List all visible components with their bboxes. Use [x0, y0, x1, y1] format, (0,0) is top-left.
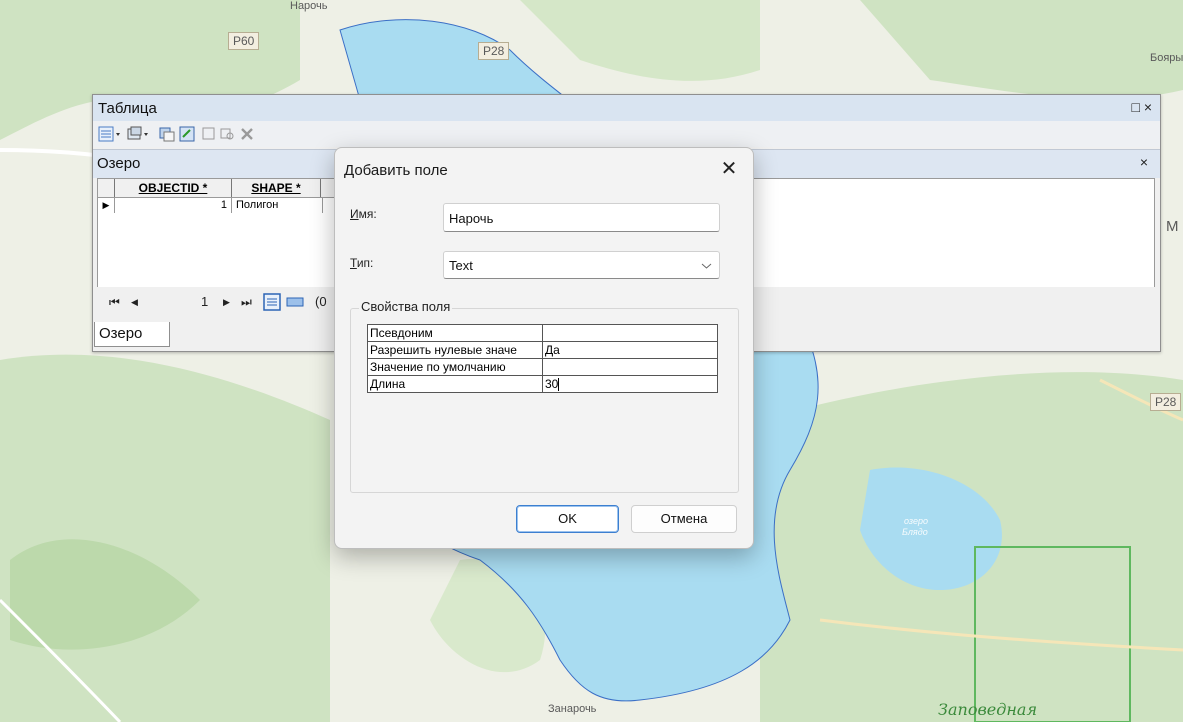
table-bottom-tab-label: Озеро — [99, 325, 143, 342]
name-label: Имя: — [350, 207, 377, 221]
property-key: Разрешить нулевые значе — [367, 341, 543, 359]
road-badge-p60: P60 — [228, 32, 260, 50]
type-select-value: Text — [449, 258, 473, 273]
close-icon[interactable]: ✕ — [715, 155, 743, 183]
column-header-objectid[interactable]: OBJECTID * — [115, 179, 232, 197]
road-badge-p28-right: P28 — [1150, 393, 1182, 411]
property-key: Значение по умолчанию — [367, 358, 543, 376]
property-row[interactable]: Разрешить нулевые значе Да — [367, 341, 718, 359]
dialog-title: Добавить поле — [344, 162, 448, 179]
zoom-to-selected-icon[interactable] — [219, 126, 235, 142]
add-field-dialog: Добавить поле ✕ Имя: Нарочь Тип: Text Св… — [334, 147, 754, 549]
table-cell-objectid[interactable]: 1 — [115, 198, 232, 213]
delete-selected-icon[interactable] — [239, 126, 255, 142]
table-cell-shape[interactable]: Полигон — [234, 198, 323, 213]
property-key: Псевдоним — [367, 324, 543, 342]
field-properties-table: Псевдоним Разрешить нулевые значе Да Знач… — [367, 324, 718, 393]
type-label-mnemonic: Т — [350, 256, 357, 270]
table-window-title: Таблица — [98, 100, 157, 117]
table-bottom-tab[interactable]: Озеро — [94, 322, 170, 347]
property-value-length[interactable]: 30 — [542, 375, 718, 393]
first-record-button[interactable]: ⏮ — [109, 295, 120, 310]
cancel-button[interactable]: Отмена — [631, 505, 737, 533]
row-selector-marker[interactable]: ▶ — [98, 198, 115, 213]
property-row[interactable]: Псевдоним — [367, 324, 718, 342]
grid-header-row: OBJECTID * SHAPE * — [98, 179, 358, 198]
table-options-icon[interactable] — [98, 126, 122, 142]
property-value[interactable] — [542, 324, 718, 342]
show-selected-records-icon[interactable] — [286, 293, 304, 311]
place-label-m: М — [1166, 218, 1179, 235]
name-label-text: мя: — [358, 207, 377, 221]
map-label-water-2: Блядо — [902, 527, 928, 537]
selected-count-label: (0 — [315, 294, 327, 309]
text-caret — [558, 378, 560, 392]
place-label-naroch: Нарочь — [290, 0, 328, 12]
place-label-boyary: Бояры — [1150, 52, 1183, 64]
map-label-water-1: озеро — [904, 516, 929, 526]
column-header-shape[interactable]: SHAPE * — [232, 179, 321, 197]
next-record-button[interactable]: ▶ — [223, 297, 230, 308]
table-window-titlebar[interactable]: Таблица □ × — [93, 95, 1160, 121]
property-row[interactable]: Длина 30 — [367, 375, 718, 393]
name-label-mnemonic: И — [350, 207, 359, 221]
property-row[interactable]: Значение по умолчанию — [367, 358, 718, 376]
type-label: Тип: — [350, 256, 373, 270]
map-label-zapovednaya: Заповедная — [938, 700, 1038, 719]
ok-button[interactable]: OK — [516, 505, 619, 533]
close-tab-icon[interactable]: × — [1140, 154, 1148, 170]
chevron-down-icon[interactable] — [701, 261, 712, 271]
property-value[interactable] — [542, 358, 718, 376]
field-properties-title: Свойства поля — [359, 299, 453, 314]
place-label-zanaroch: Занарочь — [548, 703, 597, 715]
table-tab-title: Озеро — [97, 155, 141, 172]
current-record-field[interactable]: 1 — [201, 294, 208, 309]
property-value[interactable]: Да — [542, 341, 718, 359]
clear-selection-icon[interactable] — [201, 126, 217, 142]
road-badge-p28-top: P28 — [478, 42, 510, 60]
type-label-text: ип: — [356, 256, 374, 270]
select-by-attributes-icon[interactable] — [159, 126, 175, 142]
table-toolbar — [93, 121, 1160, 147]
row-selector-header — [98, 179, 115, 197]
window-controls[interactable]: □ × — [1131, 99, 1152, 115]
last-record-button[interactable]: ⏭ — [241, 295, 252, 310]
switch-selection-icon[interactable] — [179, 126, 195, 142]
property-key: Длина — [367, 375, 543, 393]
show-all-records-icon[interactable] — [263, 293, 281, 311]
prev-record-button[interactable]: ◀ — [131, 297, 138, 308]
name-field[interactable]: Нарочь — [443, 203, 720, 232]
type-select[interactable]: Text — [443, 251, 720, 279]
related-tables-icon[interactable] — [127, 126, 151, 142]
property-value-text: 30 — [545, 377, 559, 391]
